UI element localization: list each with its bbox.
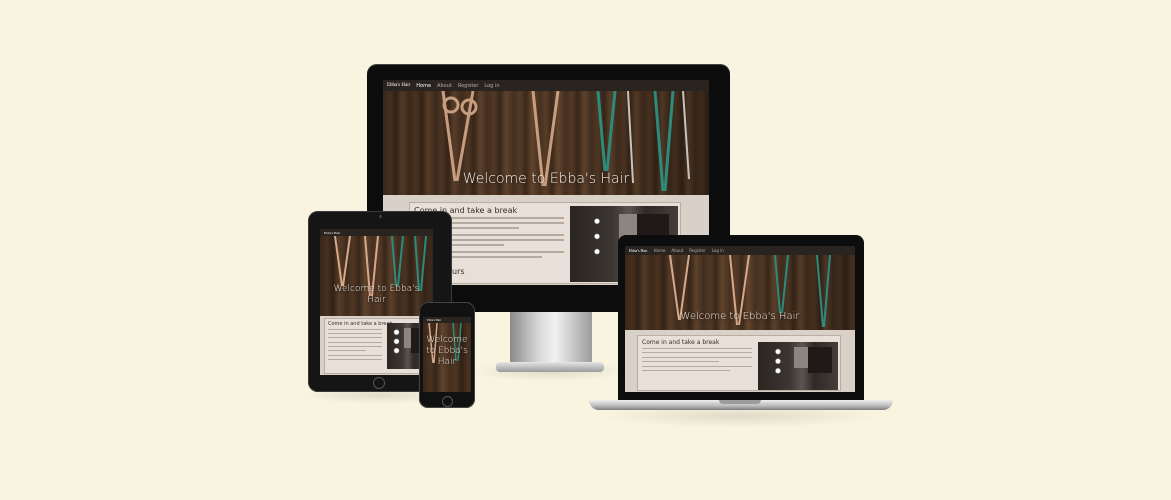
tablet-camera — [379, 215, 382, 218]
brand-logo[interactable]: Ebba's Hair — [629, 248, 648, 253]
nav-about[interactable]: About — [437, 83, 452, 89]
monitor-stand — [510, 311, 592, 367]
section-heading: urs — [452, 267, 465, 276]
hero-title: Welcome to Ebba's Hair — [462, 171, 630, 187]
hero-title: Welcome to Ebba's Hair — [680, 311, 800, 322]
brand-logo[interactable]: Ebba's Hair — [427, 318, 441, 322]
hero-banner: Welcome to Ebba's Hair — [423, 323, 471, 392]
navbar: Ebba's Hair Home About Register Log in — [383, 80, 709, 91]
tablet-screen: Ebba's Hair Welcome to Ebba's Hair Come … — [320, 229, 433, 375]
brand-logo[interactable]: Ebba's Hair — [387, 83, 410, 88]
brand-logo[interactable]: Ebba's Hair — [324, 231, 340, 235]
hero-banner: Welcome to Ebba's Hair — [625, 255, 855, 330]
nav-home[interactable]: Home — [654, 248, 666, 253]
laptop-notch — [719, 400, 761, 404]
phone-screen: Ebba's Hair Welcome to Ebba's Hair — [423, 317, 471, 392]
salon-photo — [758, 342, 838, 390]
phone-home-button[interactable] — [442, 396, 453, 407]
nav-about[interactable]: About — [671, 248, 683, 253]
nav-login[interactable]: Log in — [712, 248, 724, 253]
monitor-foot — [496, 362, 604, 372]
hero-banner: Welcome to Ebba's Hair — [383, 91, 709, 195]
nav-home[interactable]: Home — [416, 83, 431, 89]
intro-text — [642, 348, 752, 374]
hero-title: Welcome to Ebba's Hair — [333, 284, 420, 305]
device-mockup-stage: Ebba's Hair Home About Register Log in W… — [0, 0, 1171, 500]
intro-card: Come in and take a break — [324, 318, 427, 374]
nav-login[interactable]: Log in — [484, 83, 499, 89]
hero-title: Welcome to Ebba's Hair — [426, 335, 468, 367]
tablet-home-button[interactable] — [373, 377, 385, 389]
nav-register[interactable]: Register — [689, 248, 705, 253]
navbar: Ebba's Hair — [320, 229, 433, 236]
intro-heading: Come in and take a break — [328, 321, 393, 327]
intro-text — [328, 329, 382, 363]
navbar: Ebba's Hair Home About Register Log in — [625, 246, 855, 255]
laptop-screen: Ebba's Hair Home About Register Log in W… — [625, 246, 855, 392]
nav-register[interactable]: Register — [458, 83, 479, 89]
intro-card: Come in and take a break — [637, 335, 841, 391]
intro-heading: Come in and take a break — [642, 339, 720, 346]
hero-banner: Welcome to Ebba's Hair — [320, 236, 433, 316]
